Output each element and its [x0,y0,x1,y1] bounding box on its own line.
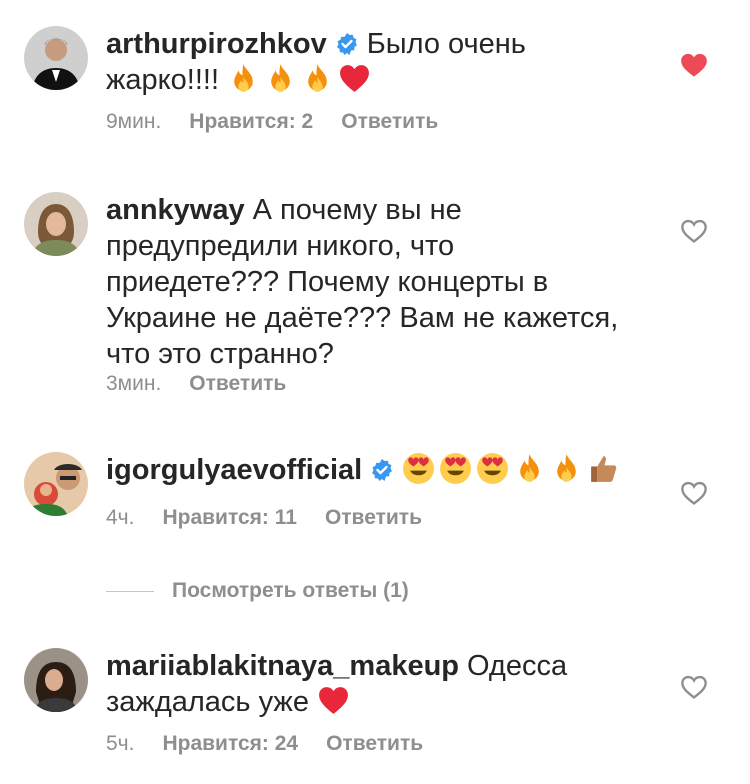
view-replies-button[interactable]: Посмотреть ответы (1) [106,576,409,606]
comment-meta: 4ч. Нравится: 11 Ответить [106,504,450,532]
emoji-row [227,64,375,96]
divider-line [106,590,154,592]
thumbs-up-emoji-icon [587,452,620,485]
timestamp: 5ч. [106,732,135,755]
timestamp: 3мин. [106,372,162,395]
fire-emoji-icon [513,452,546,485]
likes-count[interactable]: Нравится: 24 [162,732,298,755]
heart-eyes-emoji-icon [439,452,472,485]
fire-emoji-icon [264,62,297,95]
fire-emoji-icon [550,452,583,485]
fire-emoji-icon [301,62,334,95]
fire-emoji-icon [227,62,260,95]
reply-button[interactable]: Ответить [326,732,423,755]
red-heart-emoji-icon [317,684,350,717]
timestamp: 9мин. [106,110,162,133]
timestamp: 4ч. [106,506,135,529]
avatar[interactable] [24,648,88,712]
comment-body: annkyway А почему вы не предупредили нико… [106,192,626,372]
verified-badge-icon [370,458,394,482]
comment-body: igorgulyaevofficial [106,452,626,488]
like-heart-outline-icon[interactable] [680,674,708,700]
red-heart-emoji-icon [338,62,371,95]
username[interactable]: annkyway [106,194,245,226]
like-heart-outline-icon[interactable] [680,480,708,506]
verified-badge-icon [335,32,359,56]
likes-count[interactable]: Нравится: 11 [162,506,296,529]
comment-body: mariiablakitnaya_makeup Одесса заждалась … [106,648,626,720]
likes-count[interactable]: Нравится: 2 [189,110,313,133]
heart-eyes-emoji-icon [402,452,435,485]
comment-meta: 3мин. Ответить [106,370,314,398]
username[interactable]: igorgulyaevofficial [106,454,362,486]
comment-meta: 5ч. Нравится: 24 Ответить [106,730,451,758]
reply-button[interactable]: Ответить [325,506,422,529]
comment-meta: 9мин. Нравится: 2 Ответить [106,108,466,136]
like-heart-filled-icon[interactable] [680,52,708,78]
username[interactable]: arthurpirozhkov [106,28,327,60]
avatar[interactable] [24,26,88,90]
avatar[interactable] [24,192,88,256]
heart-eyes-emoji-icon [476,452,509,485]
like-heart-outline-icon[interactable] [680,218,708,244]
reply-button[interactable]: Ответить [189,372,286,395]
reply-button[interactable]: Ответить [341,110,438,133]
avatar[interactable] [24,452,88,516]
comment-body: arthurpirozhkov Было очень жарко!!!! [106,26,626,98]
view-replies-label: Посмотреть ответы (1) [172,579,409,602]
username[interactable]: mariiablakitnaya_makeup [106,650,459,682]
emoji-row [402,454,624,486]
